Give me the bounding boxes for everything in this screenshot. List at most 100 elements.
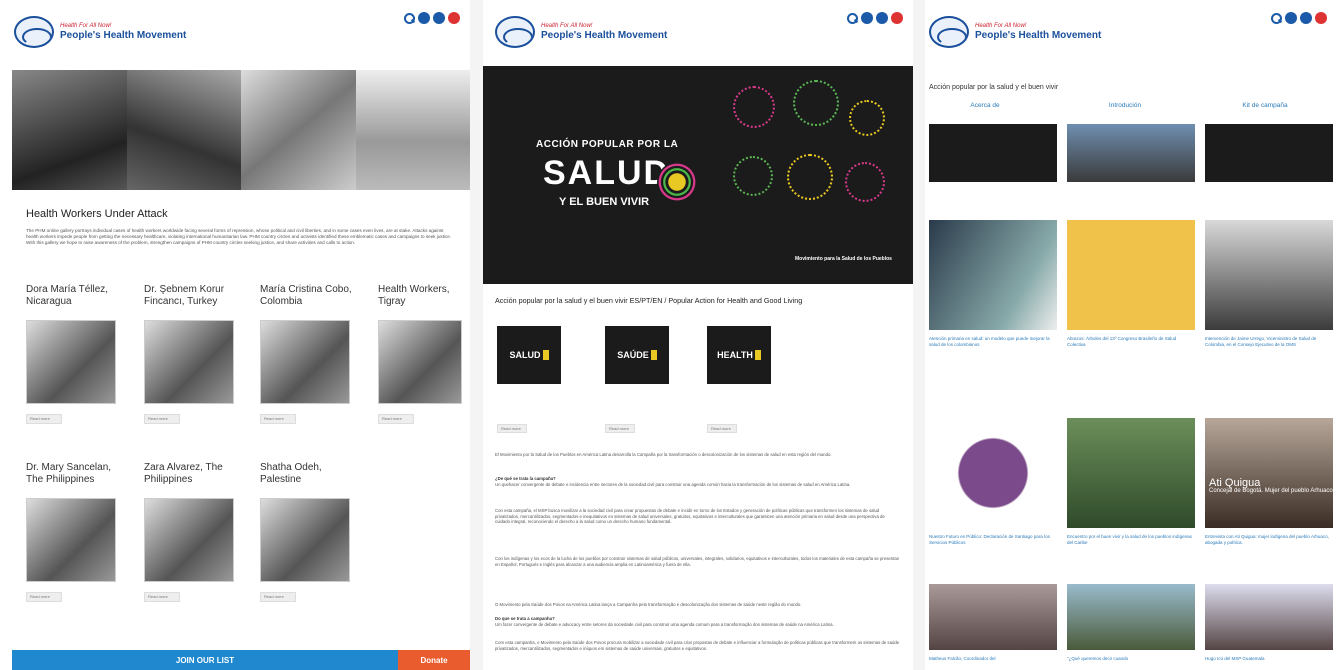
- video-caption[interactable]: Intervención de Jaime Urrego, Viceminist…: [1205, 336, 1333, 348]
- card-photo[interactable]: [144, 320, 234, 404]
- faq-block: ¿De qué se trata la campaña? Un quehacer…: [495, 476, 900, 487]
- read-more-button[interactable]: Read more: [605, 424, 635, 433]
- video-caption[interactable]: Encuentro por el buen vivir y la salud d…: [1067, 534, 1195, 546]
- faq-question: ¿De qué se trata la campaña?: [495, 476, 556, 481]
- card-name[interactable]: Dr. Mary Sancelan, The Philippines: [26, 462, 126, 492]
- read-more-button[interactable]: Read more: [707, 424, 737, 433]
- video-tile[interactable]: Ati Quigua Concejal de Bogotá. Mujer del…: [1205, 418, 1333, 546]
- search-icon[interactable]: [1270, 12, 1282, 24]
- youtube-icon[interactable]: [891, 12, 903, 24]
- campaign-thumbnail[interactable]: SAÚDE: [605, 326, 669, 384]
- read-more-button[interactable]: Read more: [378, 414, 414, 424]
- phm-logo-icon: [14, 16, 54, 48]
- tab-introduccion[interactable]: Introdución: [1065, 102, 1185, 109]
- read-more-button[interactable]: Read more: [260, 592, 296, 602]
- card-photo[interactable]: [260, 320, 350, 404]
- panel-accion-popular: Health For All Now! People's Health Move…: [483, 0, 913, 670]
- ornament-icon: [733, 86, 775, 128]
- faq-block: Do que se trata a campanha? Um fazer con…: [495, 616, 900, 627]
- twitter-icon[interactable]: [1300, 12, 1312, 24]
- read-more-button[interactable]: Read more: [260, 414, 296, 424]
- facebook-icon[interactable]: [418, 12, 430, 24]
- video-tile[interactable]: Atención primaria en salud: un modelo qu…: [929, 220, 1057, 348]
- read-more-button[interactable]: Read more: [144, 414, 180, 424]
- site-logo[interactable]: Health For All Now! People's Health Move…: [14, 16, 186, 48]
- site-header: Health For All Now! People's Health Move…: [0, 0, 470, 66]
- body-paragraph: Con esta campaña, el MSP busca movilizar…: [495, 508, 885, 525]
- video-caption[interactable]: Matheus Falcão, Coordinador del: [929, 656, 1057, 662]
- page-description: The PHM online gallery portrays individu…: [26, 228, 452, 245]
- tab-kit[interactable]: Kit de campaña: [1205, 102, 1325, 109]
- ornament-icon: [845, 162, 885, 202]
- logo-tagline: Health For All Now!: [541, 23, 593, 29]
- site-logo[interactable]: Health For All Now! People's Health Move…: [929, 16, 1101, 48]
- facebook-icon[interactable]: [1285, 12, 1297, 24]
- video-tile[interactable]: Matheus Falcão, Coordinador del: [929, 584, 1057, 662]
- gallery-card: Shatha Odeh, Palestine Read more: [260, 462, 360, 603]
- card-name[interactable]: Shatha Odeh, Palestine: [260, 462, 360, 492]
- video-tile[interactable]: "¿Qué queremos decir cuando: [1067, 584, 1195, 662]
- card-photo[interactable]: [144, 498, 234, 582]
- logo-tagline: Health For All Now!: [975, 23, 1027, 29]
- search-icon[interactable]: [846, 12, 858, 24]
- card-name[interactable]: Dr. Şebnem Korur Fincancı, Turkey: [144, 284, 244, 314]
- hero-line3: Y EL BUEN VIVIR: [559, 196, 650, 208]
- card-photo[interactable]: [26, 320, 116, 404]
- intro-paragraph: El Movimiento por la Salud de los Pueblo…: [495, 452, 832, 457]
- card-name[interactable]: María Cristina Cobo, Colombia: [260, 284, 360, 314]
- card-photo[interactable]: [260, 498, 350, 582]
- video-caption[interactable]: Entrevista con Ati Quigua: mujer indígen…: [1205, 534, 1333, 546]
- read-more-button[interactable]: Read more: [26, 414, 62, 424]
- site-logo[interactable]: Health For All Now! People's Health Move…: [495, 16, 667, 48]
- banner-image: [12, 70, 470, 190]
- video-tile[interactable]: Hugo Icú del MSP Guatemala: [1205, 584, 1333, 662]
- body-paragraph: Com esta campanha, o Movimento pela Saúd…: [495, 640, 900, 651]
- card-photo[interactable]: [378, 320, 462, 404]
- video-caption[interactable]: Abrazos: Árboles del 13º Congreso Brasil…: [1067, 336, 1195, 348]
- hero-organization: Movimiento para la Salud de los Pueblos: [795, 256, 892, 262]
- tab-acerca[interactable]: Acerca de: [925, 102, 1045, 109]
- video-tile[interactable]: Intervención de Jaime Urrego, Viceminist…: [1205, 220, 1333, 348]
- ornament-icon: [787, 154, 833, 200]
- search-icon[interactable]: [403, 12, 415, 24]
- campaign-thumbnail[interactable]: SALUD: [497, 326, 561, 384]
- card-name[interactable]: Dora María Téllez, Nicaragua: [26, 284, 126, 314]
- video-caption[interactable]: Nuestro Futuro es Público: Declaración d…: [929, 534, 1057, 546]
- video-caption[interactable]: "¿Qué queremos decir cuando: [1067, 656, 1195, 662]
- tile-intro-image[interactable]: [1067, 124, 1195, 182]
- twitter-icon[interactable]: [433, 12, 445, 24]
- twitter-icon[interactable]: [876, 12, 888, 24]
- read-more-button[interactable]: Read more: [144, 592, 180, 602]
- faq-answer: Un quehacer convergente de debate e inci…: [495, 481, 851, 487]
- card-name[interactable]: Zara Alvarez, The Philippines: [144, 462, 244, 492]
- logo-name: People's Health Movement: [975, 30, 1102, 41]
- read-more-button[interactable]: Read more: [497, 424, 527, 433]
- campaign-thumbnail[interactable]: HEALTH: [707, 326, 771, 384]
- gallery-card: Zara Alvarez, The Philippines Read more: [144, 462, 244, 603]
- facebook-icon[interactable]: [861, 12, 873, 24]
- phm-logo-icon: [929, 16, 969, 48]
- video-tile[interactable]: Encuentro por el buen vivir y la salud d…: [1067, 418, 1195, 546]
- sun-emblem-icon: [657, 162, 697, 202]
- video-tile[interactable]: Abrazos: Árboles del 13º Congreso Brasil…: [1067, 220, 1195, 348]
- card-name[interactable]: Health Workers, Tigray: [378, 284, 462, 314]
- youtube-icon[interactable]: [448, 12, 460, 24]
- youtube-icon[interactable]: [1315, 12, 1327, 24]
- faq-question: Do que se trata a campanha?: [495, 616, 555, 621]
- tile-acerca-image[interactable]: [929, 124, 1057, 182]
- tile-kit-image[interactable]: [1205, 124, 1333, 182]
- donate-button[interactable]: Donate: [398, 650, 470, 670]
- video-caption[interactable]: Hugo Icú del MSP Guatemala: [1205, 656, 1333, 662]
- read-more-button[interactable]: Read more: [26, 592, 62, 602]
- join-list-button[interactable]: JOIN OUR LIST: [12, 650, 398, 670]
- gallery-card: Dora María Téllez, Nicaragua Read more: [26, 284, 126, 425]
- page-title: Acción popular por la salud y el buen vi…: [929, 84, 1059, 91]
- card-photo[interactable]: [26, 498, 116, 582]
- video-tile[interactable]: Nuestro Futuro es Público: Declaración d…: [929, 418, 1057, 546]
- campaign-hero: ACCIÓN POPULAR POR LA SALUD Y EL BUEN VI…: [483, 66, 913, 284]
- gallery-card: Dr. Mary Sancelan, The Philippines Read …: [26, 462, 126, 603]
- body-paragraph: Con los indígenas y los ecos de la lucha…: [495, 556, 900, 567]
- hero-line1: ACCIÓN POPULAR POR LA: [536, 139, 679, 150]
- article-title: Acción popular por la salud y el buen vi…: [495, 296, 803, 305]
- video-caption[interactable]: Atención primaria en salud: un modelo qu…: [929, 336, 1057, 348]
